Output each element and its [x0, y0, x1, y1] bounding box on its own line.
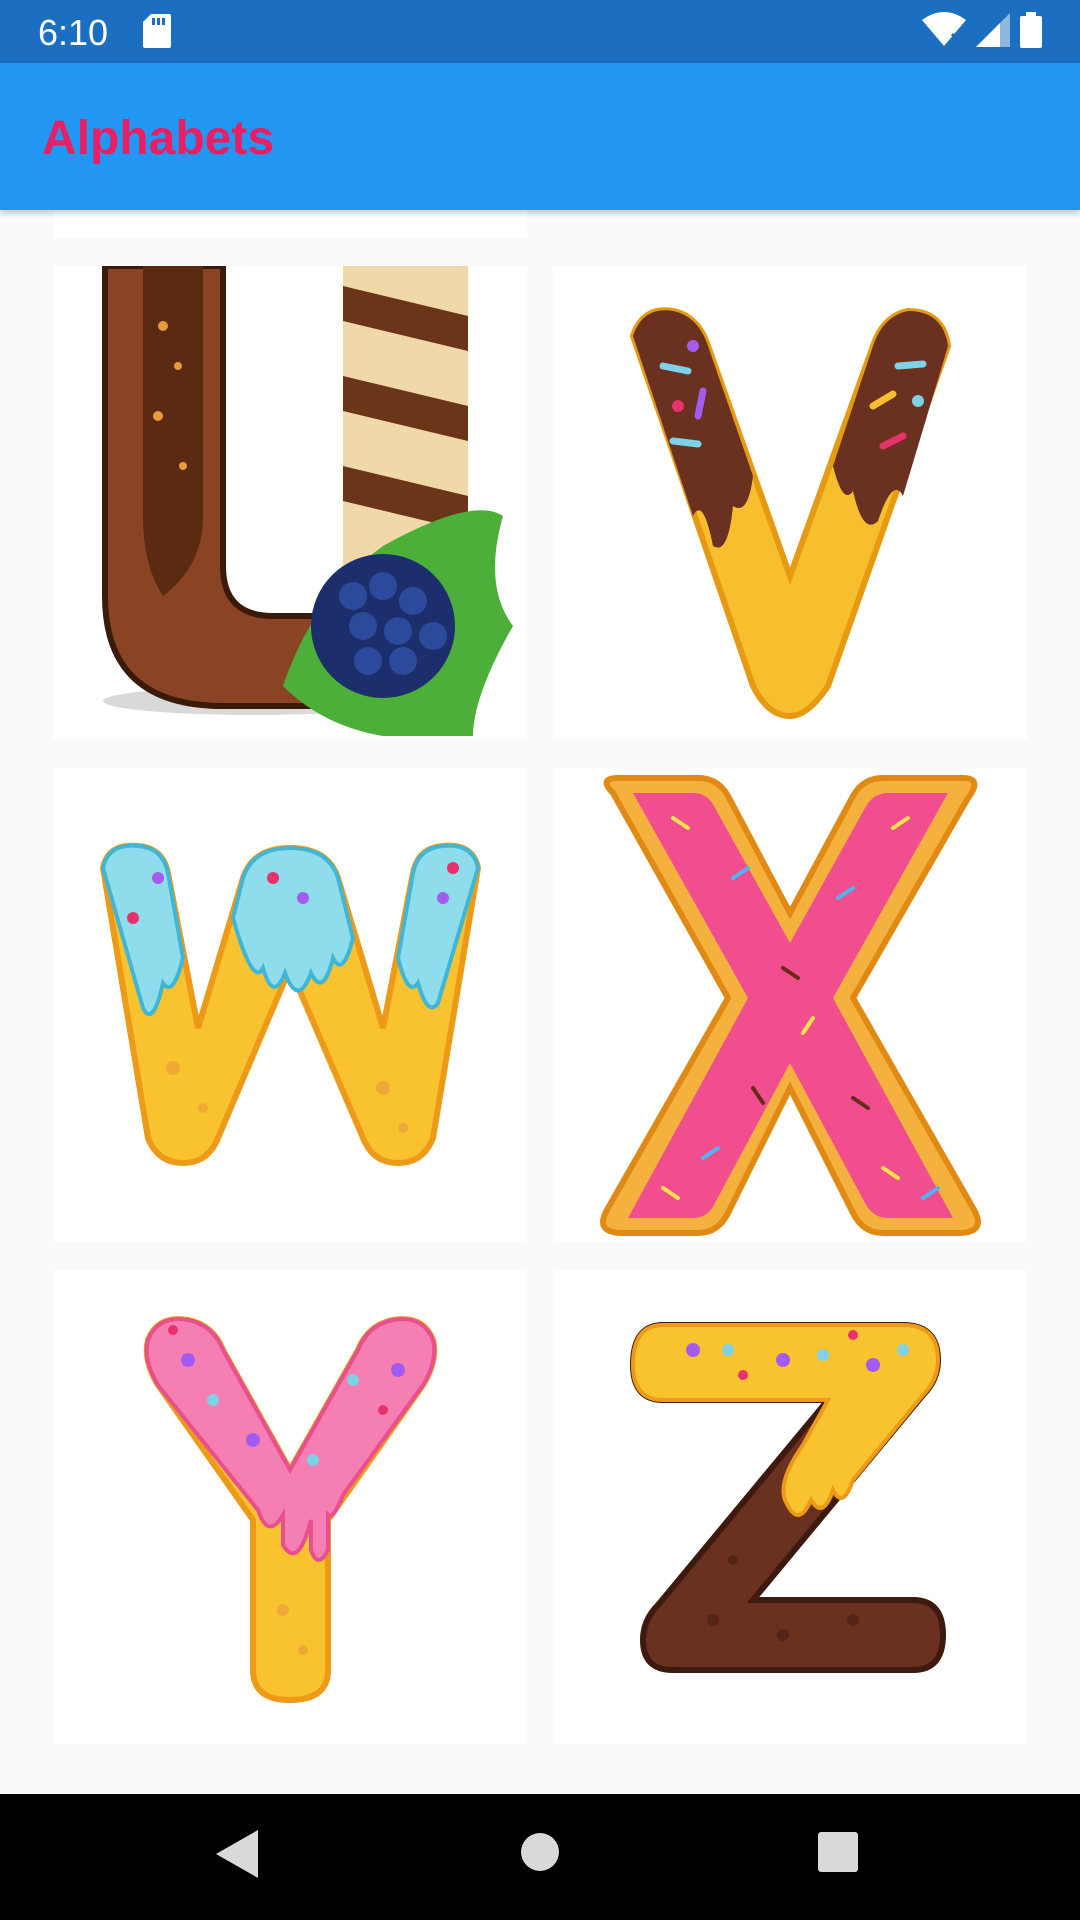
- letter-card-w[interactable]: [53, 768, 527, 1242]
- alphabet-grid[interactable]: [0, 210, 1080, 1794]
- app-title: Alphabets: [42, 112, 275, 165]
- recents-icon[interactable]: [818, 1832, 858, 1877]
- home-icon[interactable]: [520, 1832, 560, 1877]
- wifi-icon: [922, 12, 966, 53]
- back-icon[interactable]: [216, 1830, 258, 1883]
- app-bar: Alphabets: [0, 63, 1080, 210]
- letter-v-image: [629, 307, 952, 720]
- battery-icon: [1020, 12, 1042, 53]
- letter-x-image: [600, 775, 981, 1236]
- letter-card-z[interactable]: [553, 1270, 1027, 1744]
- status-time: 6:10: [38, 12, 109, 53]
- letter-card-y[interactable]: [53, 1270, 527, 1744]
- letter-y-image: [143, 1316, 438, 1704]
- cell-signal-icon: [976, 13, 1010, 52]
- letter-card-x[interactable]: [553, 768, 1027, 1242]
- letter-z-image: [629, 1322, 947, 1673]
- partial-card-row-above[interactable]: [53, 210, 527, 238]
- system-nav-bar: [0, 1794, 1080, 1920]
- letter-w-image: [99, 842, 482, 1167]
- status-bar: 6:10: [0, 0, 1080, 63]
- sd-card-icon: [143, 14, 171, 53]
- letter-card-v[interactable]: [553, 266, 1027, 740]
- letter-u-image: [102, 266, 513, 736]
- letter-card-u[interactable]: [53, 266, 527, 740]
